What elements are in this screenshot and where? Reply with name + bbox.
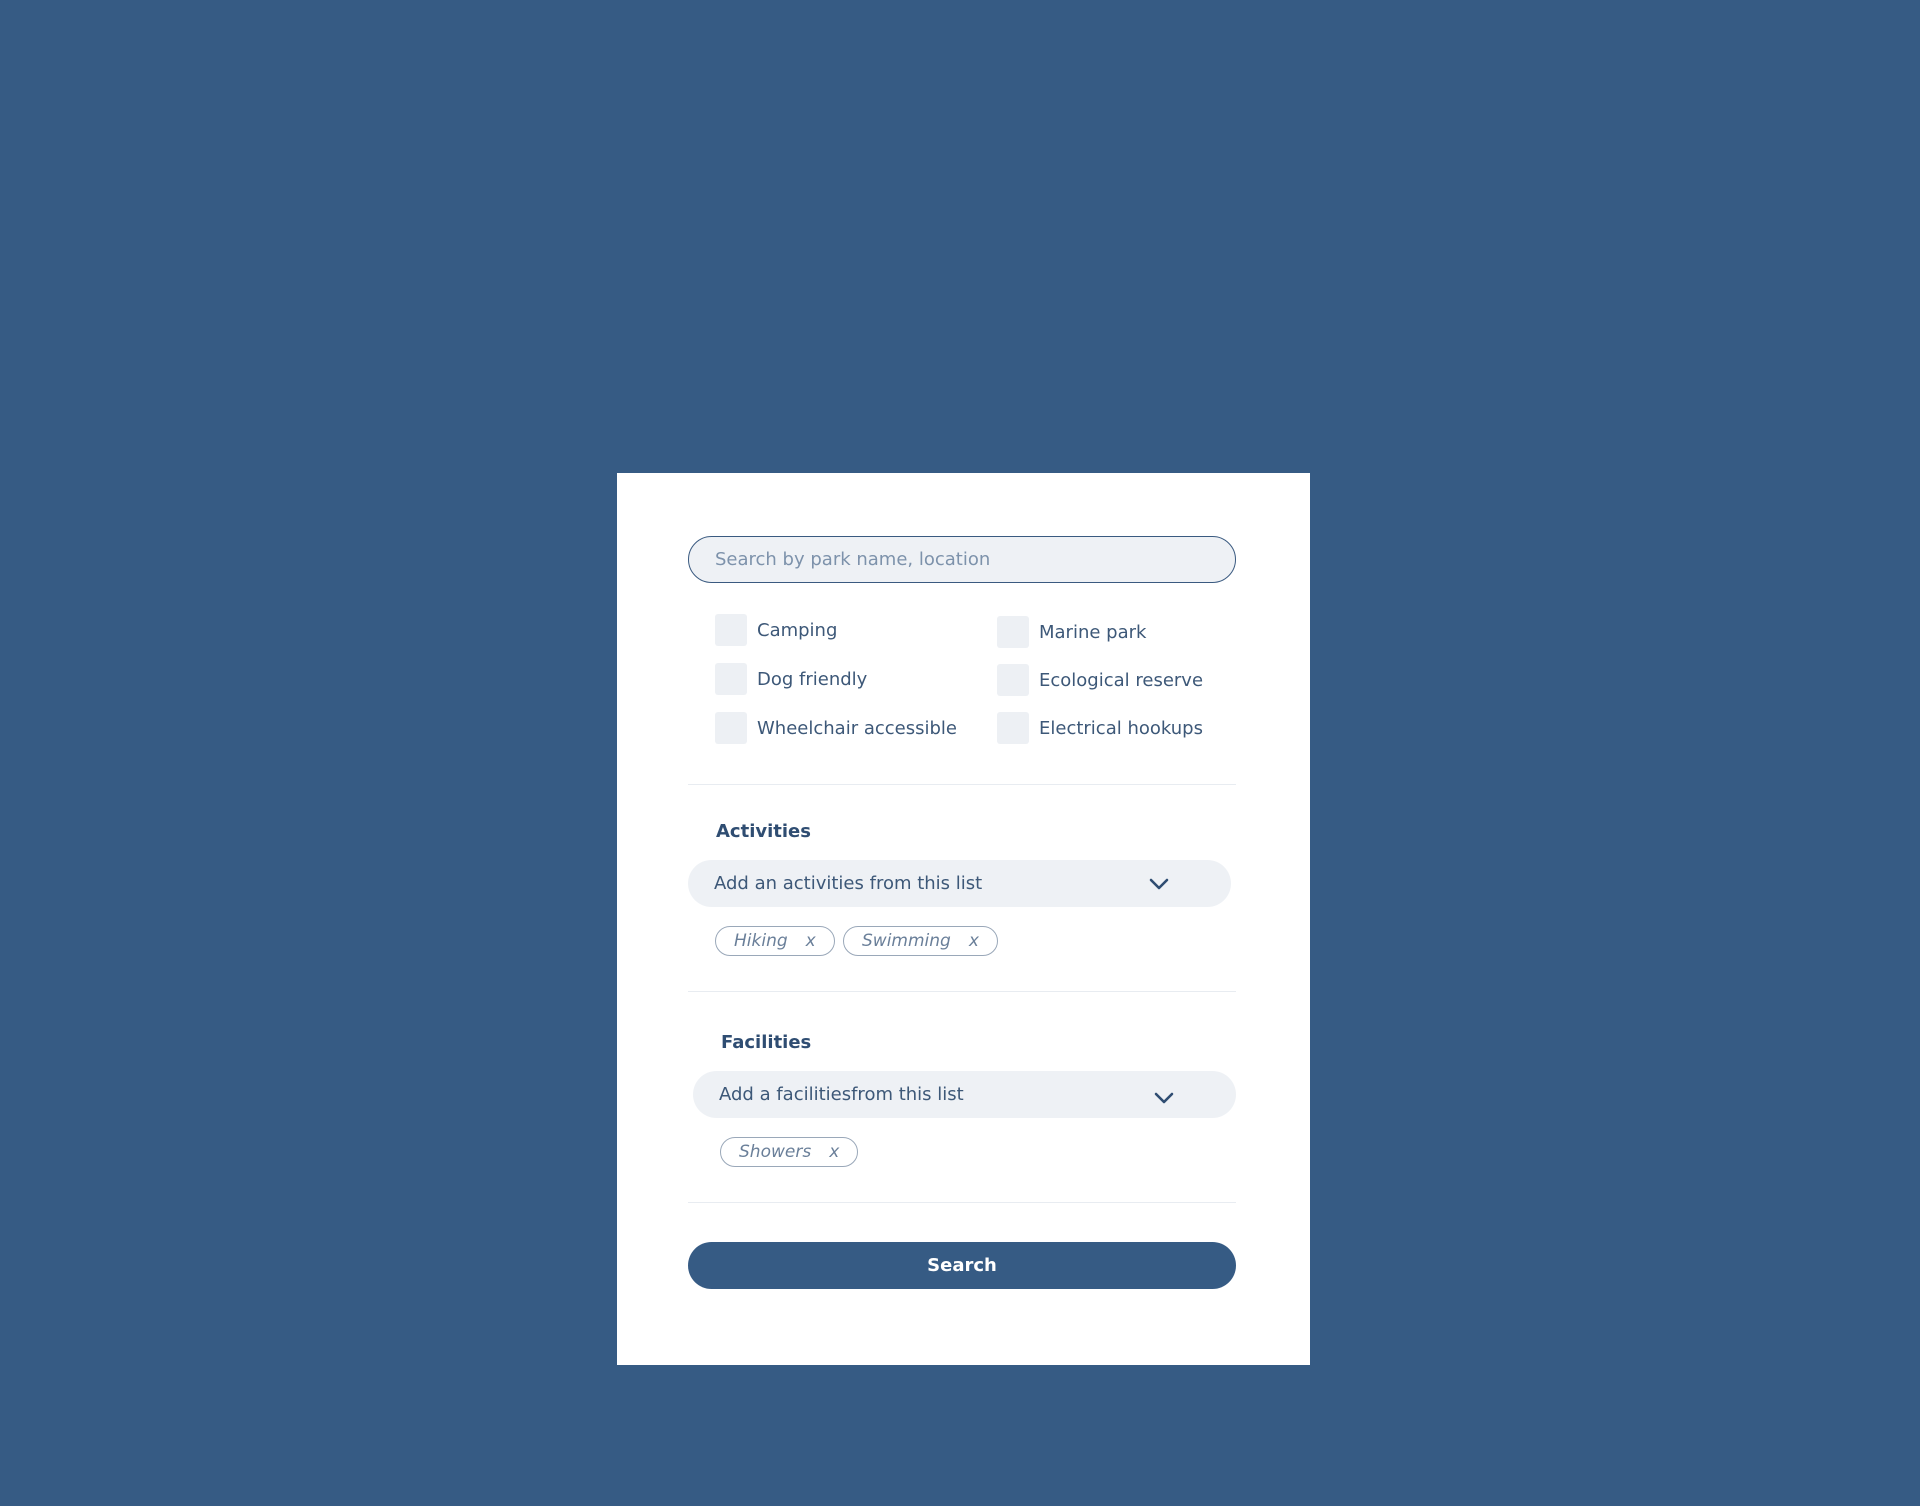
search-button[interactable]: Search — [688, 1242, 1236, 1289]
search-filter-card: Camping Dog friendly Wheelchair accessib… — [617, 473, 1310, 1365]
activity-tag-swimming: Swimming x — [843, 926, 998, 956]
filter-label-ecological-reserve: Ecological reserve — [1039, 669, 1204, 691]
facility-tag-label: Showers — [739, 1142, 812, 1162]
checkbox-ecological-reserve[interactable] — [997, 664, 1029, 696]
filter-label-electrical-hookups: Electrical hookups — [1039, 717, 1203, 739]
filter-camping[interactable]: Camping — [715, 614, 837, 646]
facilities-dropdown-label: Add a facilitiesfrom this list — [719, 1084, 964, 1105]
filter-label-dog-friendly: Dog friendly — [757, 668, 868, 690]
remove-tag-button[interactable]: x — [806, 931, 816, 951]
filter-dog-friendly[interactable]: Dog friendly — [715, 663, 867, 695]
remove-tag-button[interactable]: x — [969, 931, 979, 951]
filter-ecological-reserve[interactable]: Ecological reserve — [997, 664, 1203, 696]
park-search-input[interactable] — [688, 536, 1236, 583]
activities-dropdown-label: Add an activities from this list — [714, 873, 983, 894]
divider — [688, 1202, 1236, 1203]
filter-label-marine-park: Marine park — [1039, 621, 1147, 643]
checkbox-dog-friendly[interactable] — [715, 663, 747, 695]
activity-tag-label: Hiking — [734, 931, 788, 951]
facilities-title: Facilities — [721, 1032, 812, 1053]
checkbox-wheelchair-accessible[interactable] — [715, 712, 747, 744]
chevron-down-icon — [1149, 878, 1169, 890]
filter-label-camping: Camping — [757, 619, 838, 641]
filter-marine-park[interactable]: Marine park — [997, 616, 1146, 648]
activities-title: Activities — [716, 821, 811, 842]
facilities-dropdown[interactable]: Add a facilitiesfrom this list — [693, 1071, 1236, 1118]
checkbox-marine-park[interactable] — [997, 616, 1029, 648]
filter-label-wheelchair-accessible: Wheelchair accessible — [757, 717, 957, 739]
remove-tag-button[interactable]: x — [829, 1142, 839, 1162]
checkbox-camping[interactable] — [715, 614, 747, 646]
chevron-down-icon — [1154, 1092, 1174, 1104]
facility-tag-showers: Showers x — [720, 1137, 859, 1167]
divider — [688, 784, 1236, 785]
activity-tag-label: Swimming — [862, 931, 951, 951]
checkbox-electrical-hookups[interactable] — [997, 712, 1029, 744]
activity-tag-hiking: Hiking x — [715, 926, 835, 956]
filter-wheelchair-accessible[interactable]: Wheelchair accessible — [715, 712, 957, 744]
divider — [688, 991, 1236, 992]
filter-electrical-hookups[interactable]: Electrical hookups — [997, 712, 1203, 744]
activities-dropdown[interactable]: Add an activities from this list — [688, 860, 1231, 907]
